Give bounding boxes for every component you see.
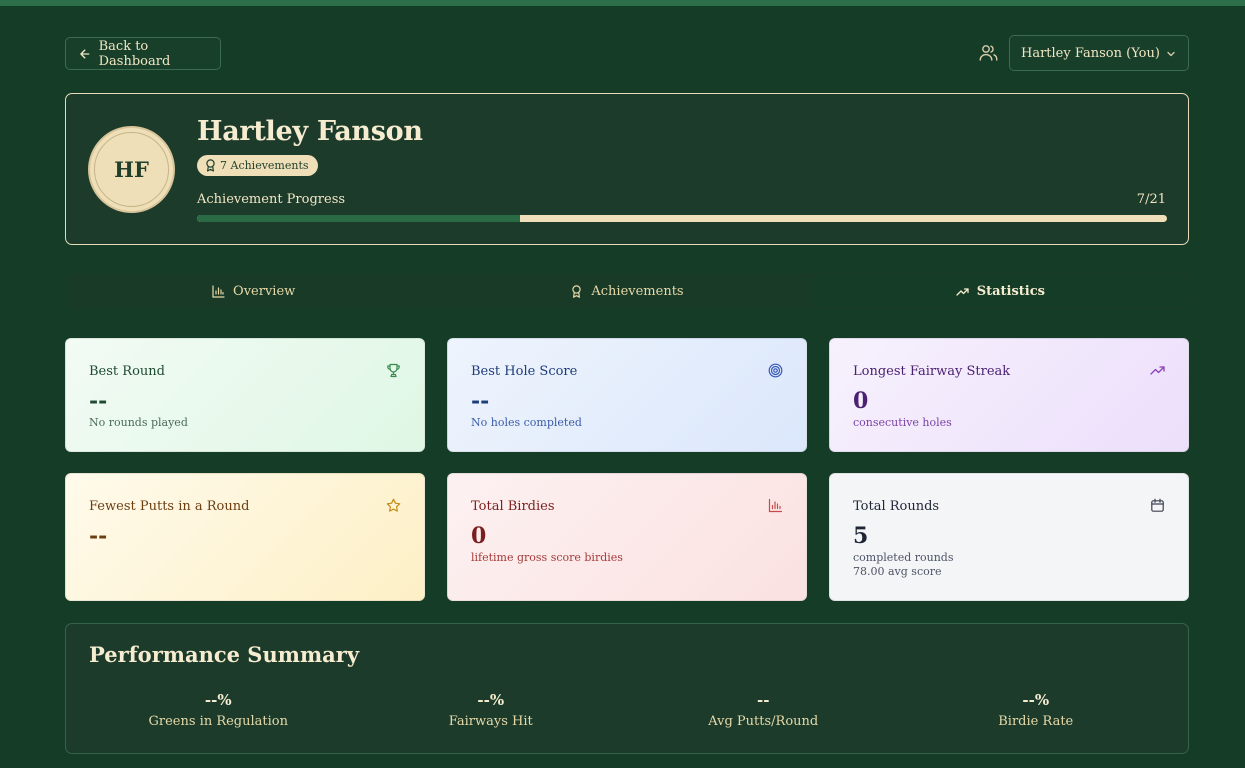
avatar-initials: HF (114, 157, 149, 182)
metric-birdie-rate: --% Birdie Rate (900, 691, 1173, 729)
tab-overview-label: Overview (233, 283, 296, 299)
stat-title: Total Rounds (853, 499, 940, 514)
stat-card-total-rounds: Total Rounds 5 completed rounds 78.00 av… (829, 473, 1189, 601)
bar-chart-icon (768, 498, 783, 513)
stat-card-longest-fairway-streak: Longest Fairway Streak 0 consecutive hol… (829, 338, 1189, 452)
stat-title: Total Birdies (471, 499, 555, 514)
chevron-down-icon (1167, 51, 1175, 57)
avatar: HF (88, 126, 175, 213)
tab-achievements[interactable]: Achievements (440, 275, 813, 307)
stat-title: Best Hole Score (471, 364, 578, 379)
users-icon (979, 45, 998, 61)
metric-label: Fairways Hit (448, 714, 533, 729)
player-name: Hartley Fanson (197, 116, 423, 147)
trending-up-icon (1150, 366, 1165, 375)
stat-subtext: No rounds played (89, 416, 188, 429)
back-button-label: Back to Dashboard (98, 38, 171, 69)
stat-value: 0 (471, 523, 487, 549)
stat-value: -- (89, 388, 108, 414)
bar-chart-icon (212, 284, 225, 298)
tab-achievements-label: Achievements (591, 283, 684, 299)
stat-card-best-round: Best Round -- No rounds played (65, 338, 425, 452)
stat-subtext: lifetime gross score birdies (471, 551, 623, 564)
performance-summary: Performance Summary --% Greens in Regula… (65, 623, 1189, 754)
metric-value: --% (204, 691, 232, 709)
stat-value: 5 (853, 523, 869, 549)
metric-label: Avg Putts/Round (708, 714, 819, 729)
stat-value: -- (471, 388, 490, 414)
star-icon (386, 498, 401, 512)
achievements-badge-label: 7 Achievements (220, 159, 309, 172)
metric-value: --% (1022, 691, 1050, 709)
tab-statistics-label: Statistics (976, 283, 1045, 299)
player-select[interactable]: Hartley Fanson (You) (1009, 35, 1189, 71)
metric-value: --% (477, 691, 505, 709)
stat-card-best-hole-score: Best Hole Score -- No holes completed (447, 338, 807, 452)
target-icon (768, 363, 783, 378)
achievements-badge: 7 Achievements (197, 155, 318, 176)
profile-card: HF Hartley Fanson 7 Achievements Achieve… (65, 93, 1189, 245)
metric-fairways-hit: --% Fairways Hit (355, 691, 628, 729)
back-to-dashboard-button[interactable]: Back to Dashboard (65, 37, 221, 70)
stat-subtext: consecutive holes (853, 416, 952, 429)
trophy-icon (387, 363, 400, 378)
progress-label: Achievement Progress (197, 192, 346, 207)
tab-bar: Overview Achievements Statistics (65, 273, 1189, 309)
stat-card-fewest-putts: Fewest Putts in a Round -- (65, 473, 425, 601)
stat-title: Best Round (89, 364, 165, 379)
performance-metrics: --% Greens in Regulation --% Fairways Hi… (82, 691, 1172, 729)
tab-statistics[interactable]: Statistics (813, 275, 1187, 307)
trending-up-icon (956, 287, 969, 296)
stat-subtext: No holes completed (471, 416, 582, 429)
stat-value: 0 (853, 388, 869, 414)
stat-subtext: completed rounds (853, 551, 954, 564)
metric-label: Birdie Rate (998, 714, 1074, 729)
stat-subtext-secondary: 78.00 avg score (853, 565, 942, 578)
metric-label: Greens in Regulation (148, 714, 289, 729)
arrow-left-icon (80, 48, 90, 59)
metric-value: -- (757, 691, 770, 709)
performance-summary-title: Performance Summary (89, 642, 360, 667)
stat-value: -- (89, 523, 108, 549)
stat-title: Fewest Putts in a Round (89, 499, 250, 514)
achievement-progress-fill (197, 215, 520, 222)
calendar-icon (1151, 498, 1164, 512)
progress-count: 7/21 (1136, 192, 1166, 207)
tab-overview[interactable]: Overview (67, 275, 440, 307)
player-select-value: Hartley Fanson (You) (1021, 45, 1160, 61)
metric-greens-in-regulation: --% Greens in Regulation (82, 691, 355, 729)
top-accent-bar (0, 0, 1245, 6)
achievement-progress-bar (197, 215, 1167, 222)
stat-card-total-birdies: Total Birdies 0 lifetime gross score bir… (447, 473, 807, 601)
award-icon (206, 159, 215, 172)
metric-avg-putts: -- Avg Putts/Round (627, 691, 900, 729)
award-icon (572, 284, 582, 298)
stat-title: Longest Fairway Streak (853, 364, 1011, 379)
